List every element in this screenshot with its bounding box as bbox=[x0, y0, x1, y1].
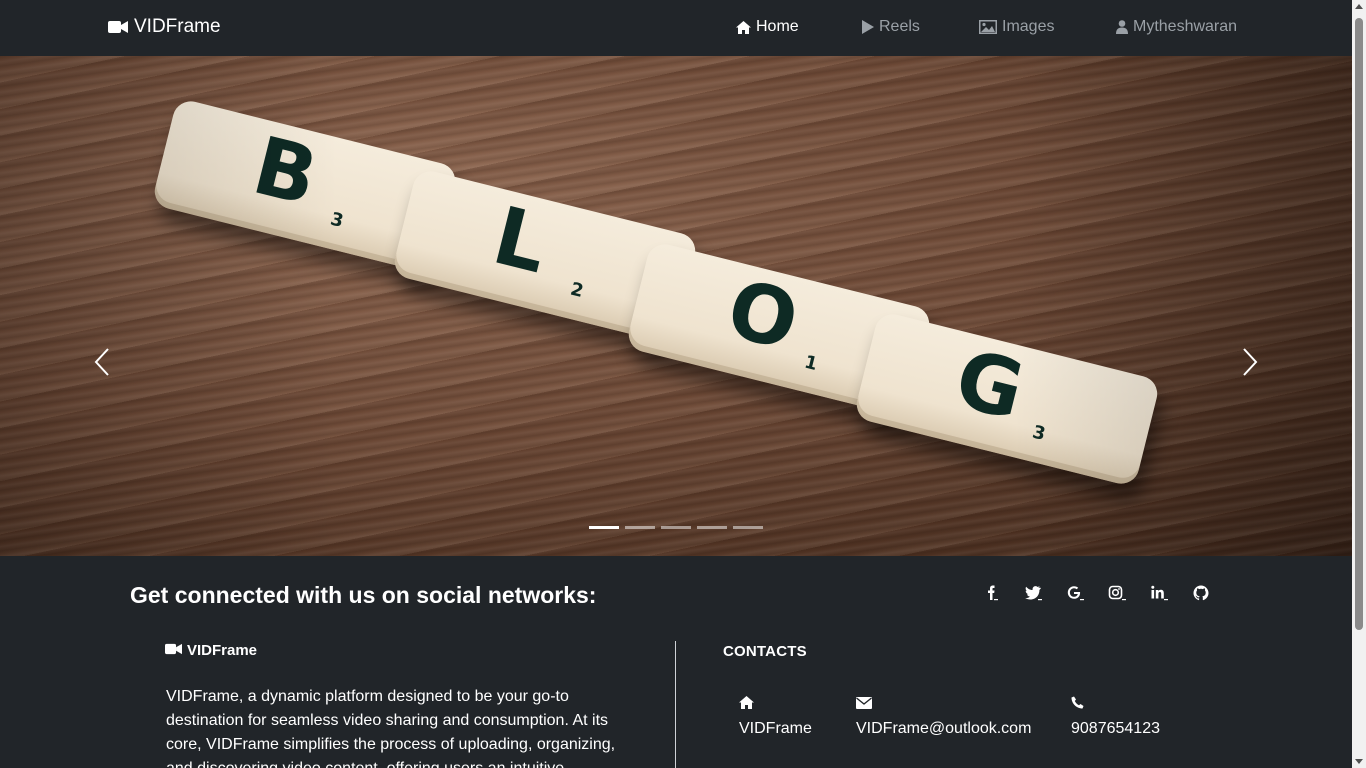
contact-phone: 9087654123 bbox=[1071, 696, 1160, 738]
nav-user-label: Mytheshwaran bbox=[1133, 18, 1238, 35]
facebook-icon[interactable] bbox=[970, 582, 1012, 604]
user-icon bbox=[1116, 20, 1128, 34]
contacts-heading: CONTACTS bbox=[723, 643, 807, 660]
brand-link[interactable]: VIDFrame bbox=[108, 16, 221, 38]
image-icon bbox=[979, 20, 997, 34]
carousel-slide-image: B 3 L 2 O 1 G 3 bbox=[0, 56, 1352, 556]
contact-phone-text: 9087654123 bbox=[1071, 720, 1160, 737]
nav-reels[interactable]: Reels bbox=[862, 18, 920, 36]
carousel-next-button[interactable] bbox=[1238, 346, 1262, 378]
twitter-icon[interactable] bbox=[1012, 582, 1054, 604]
footer-brand-name: VIDFrame bbox=[187, 642, 258, 659]
carousel-indicator[interactable] bbox=[697, 526, 727, 529]
scroll-down-arrow-icon[interactable] bbox=[1355, 759, 1363, 764]
video-camera-icon bbox=[108, 20, 128, 34]
carousel-indicator[interactable] bbox=[589, 526, 619, 529]
instagram-icon[interactable] bbox=[1096, 582, 1138, 604]
home-icon bbox=[736, 20, 751, 34]
github-icon[interactable] bbox=[1180, 582, 1222, 604]
social-heading: Get connected with us on social networks… bbox=[130, 582, 597, 608]
carousel-prev-button[interactable] bbox=[90, 346, 114, 378]
google-icon[interactable] bbox=[1054, 582, 1096, 604]
navbar: VIDFrame Home Reels Images Mytheshwaran bbox=[0, 0, 1352, 56]
carousel-indicators bbox=[589, 526, 763, 529]
scrollbar-thumb[interactable] bbox=[1355, 18, 1363, 630]
nav-user[interactable]: Mytheshwaran bbox=[1116, 18, 1237, 36]
nav-home[interactable]: Home bbox=[736, 18, 799, 36]
nav-images-label: Images bbox=[1002, 18, 1055, 35]
nav-home-label: Home bbox=[756, 18, 799, 35]
footer-brand: VIDFrame bbox=[165, 642, 257, 659]
contact-address-text: VIDFrame bbox=[739, 720, 812, 737]
envelope-icon bbox=[856, 696, 1031, 714]
page-scrollbar[interactable] bbox=[1352, 0, 1366, 768]
phone-icon bbox=[1071, 696, 1160, 714]
scrabble-tile: G 3 bbox=[853, 310, 1161, 488]
footer-divider bbox=[675, 641, 676, 768]
hero-carousel: B 3 L 2 O 1 G 3 bbox=[0, 56, 1352, 556]
home-icon bbox=[739, 696, 812, 714]
social-links bbox=[970, 582, 1222, 604]
scroll-up-arrow-icon[interactable] bbox=[1355, 4, 1363, 9]
contact-email: VIDFrame@outlook.com bbox=[856, 696, 1031, 738]
about-text: VIDFrame, a dynamic platform designed to… bbox=[166, 688, 616, 768]
carousel-indicator[interactable] bbox=[661, 526, 691, 529]
play-icon bbox=[862, 20, 874, 34]
carousel-indicator[interactable] bbox=[625, 526, 655, 529]
contact-email-text[interactable]: VIDFrame@outlook.com bbox=[856, 720, 1031, 737]
video-camera-icon bbox=[165, 642, 182, 659]
carousel-indicator[interactable] bbox=[733, 526, 763, 529]
brand-name: VIDFrame bbox=[134, 16, 221, 37]
page: VIDFrame Home Reels Images Mytheshwaran bbox=[0, 0, 1366, 768]
nav-images[interactable]: Images bbox=[979, 18, 1054, 36]
linkedin-icon[interactable] bbox=[1138, 582, 1180, 604]
nav-reels-label: Reels bbox=[879, 18, 920, 35]
chevron-right-icon bbox=[1238, 348, 1262, 382]
contact-address: VIDFrame bbox=[739, 696, 812, 738]
chevron-left-icon bbox=[90, 348, 114, 382]
